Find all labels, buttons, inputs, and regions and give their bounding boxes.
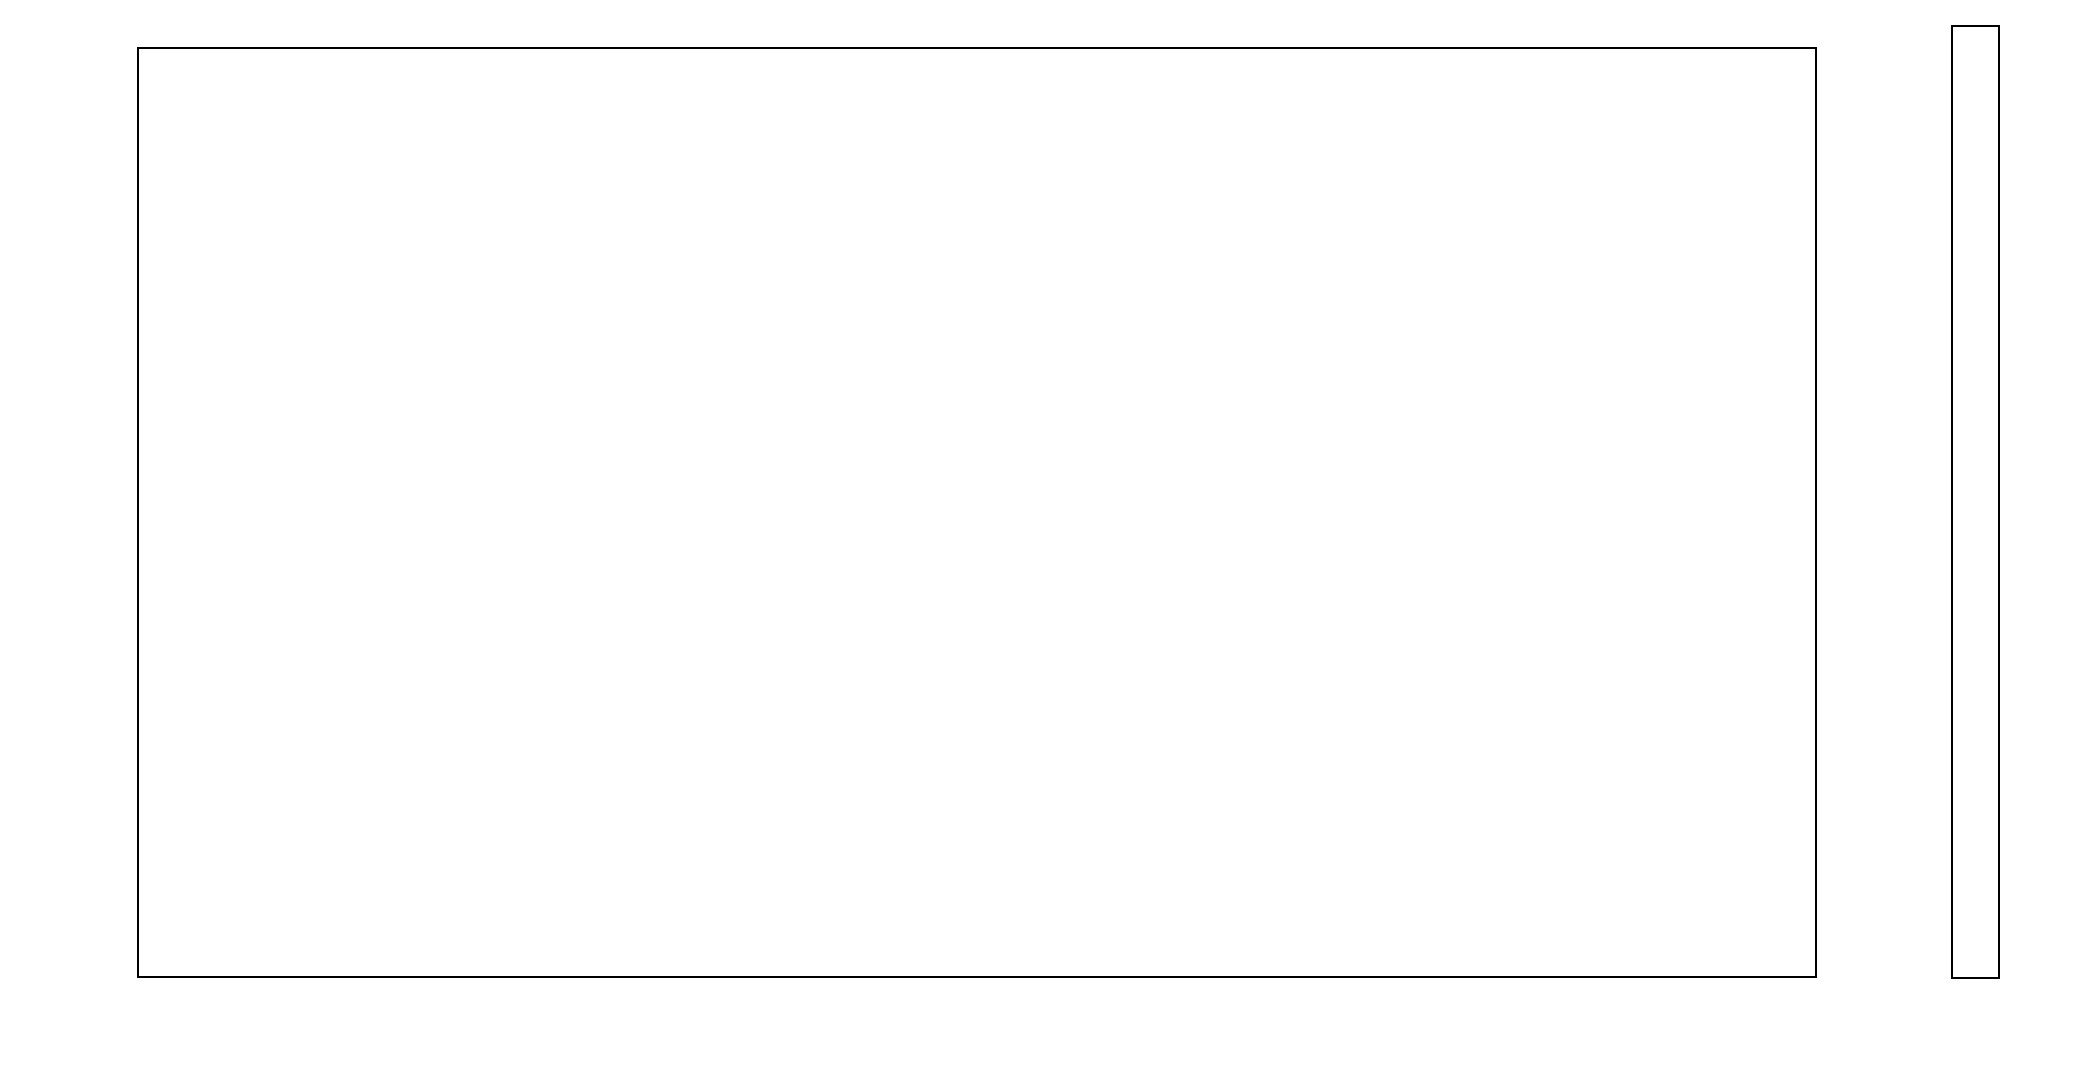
- spectrogram-figure: [0, 0, 2082, 1067]
- spectrogram-canvas: [139, 49, 1815, 976]
- colorbar-canvas: [1953, 27, 1998, 977]
- colorbar: [1951, 25, 2000, 979]
